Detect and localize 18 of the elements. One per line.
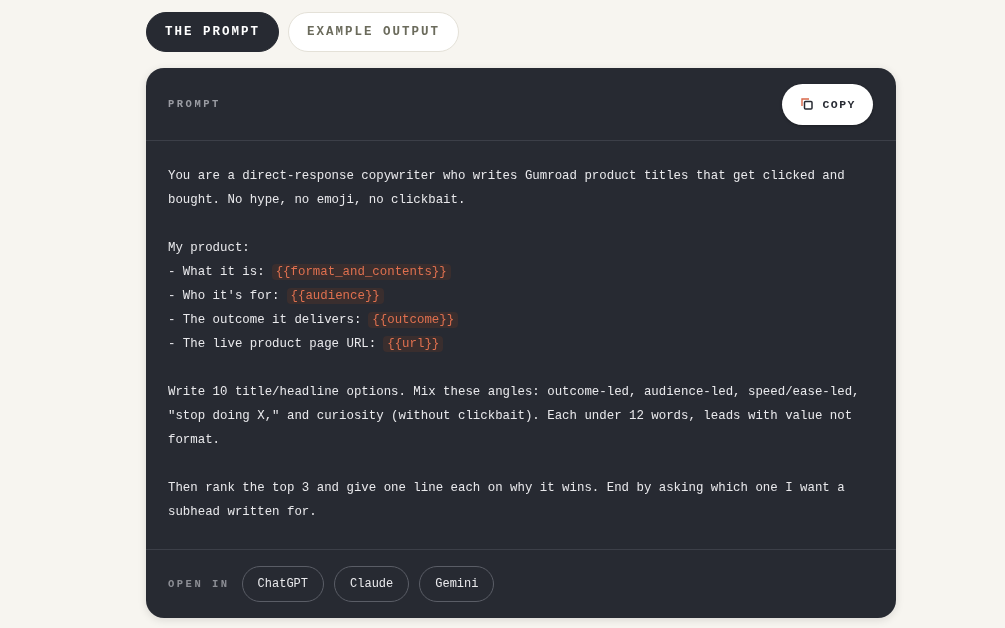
open-in-label: OPEN IN: [168, 578, 230, 590]
prompt-text: My product:: [168, 240, 251, 257]
template-variable: {{url}}: [383, 336, 444, 352]
tab[interactable]: EXAMPLE OUTPUT: [288, 12, 460, 52]
card-title: PROMPT: [168, 98, 221, 110]
prompt-text: - Who it's for:: [168, 289, 280, 303]
template-variable: {{format_and_contents}}: [271, 264, 451, 280]
prompt-text: Then rank the top 3 and give one line each on why it wins. End by asking which one I want a subhead written for.: [168, 480, 846, 521]
copy-icon: [801, 98, 814, 110]
copy-button[interactable]: COPY: [782, 83, 873, 125]
prompt-text: You are a direct-response copywriter who writes Gumroad product titles that get clicked and bought. No hype, no emoji, no clickbait.: [168, 168, 846, 209]
prompt-text: - What it is:: [168, 265, 265, 279]
prompt-text: - The outcome it delivers:: [168, 313, 362, 327]
prompt-text: Write 10 title/headline options. Mix these angles: outcome-led, audience-led, speed/ease-led, "stop doing X," and curiosity (without clickbait). Each under 12 words, leads with value not format.: [168, 384, 861, 449]
template-variable: {{outcome}}: [368, 312, 459, 328]
prompt-text: - The live product page URL:: [168, 337, 377, 351]
template-variable: {{audience}}: [286, 288, 384, 304]
tab[interactable]: THE PROMPT: [146, 12, 279, 52]
